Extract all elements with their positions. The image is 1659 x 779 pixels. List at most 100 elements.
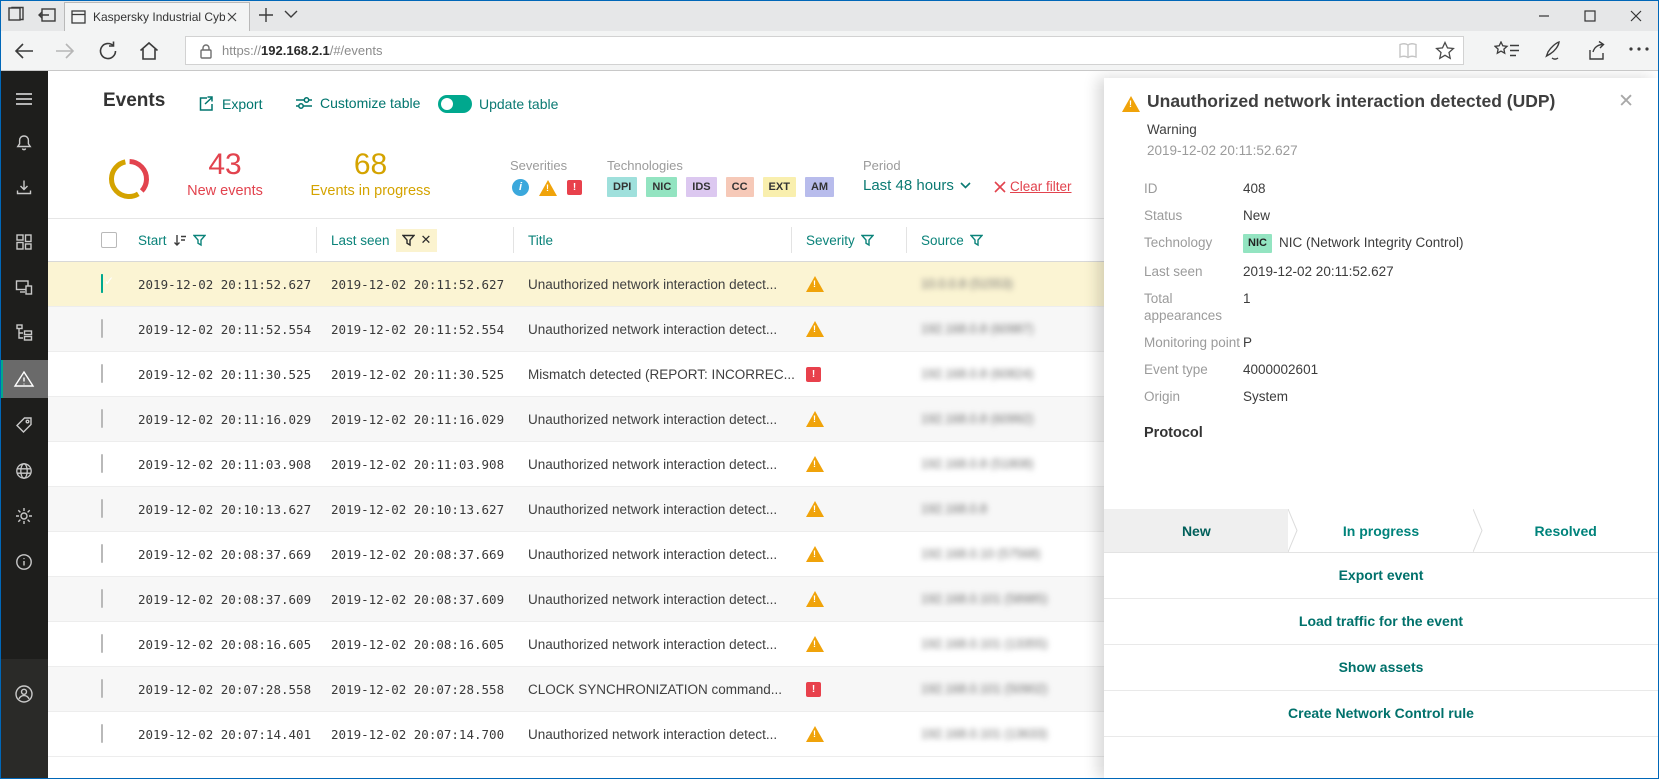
sidebar-user-icon[interactable]: [0, 659, 48, 779]
tab-bar: Kaspersky Industrial Cyb: [0, 0, 1659, 31]
new-tab-button[interactable]: [258, 7, 274, 23]
technology-badge[interactable]: AM: [805, 177, 834, 197]
sidebar-about-icon[interactable]: [0, 543, 48, 581]
title-cell: Unauthorized network interaction detect.…: [528, 277, 806, 292]
browser-tab[interactable]: Kaspersky Industrial Cyb: [64, 2, 250, 31]
column-header-start[interactable]: Start: [138, 227, 317, 253]
clear-filter-button[interactable]: Clear filter: [994, 179, 1072, 194]
close-button[interactable]: [1613, 0, 1659, 31]
status-tab-resolved[interactable]: Resolved: [1473, 509, 1658, 552]
active-filter-chip[interactable]: ✕: [396, 229, 438, 252]
panel-action-button[interactable]: Export event: [1104, 553, 1658, 599]
set-tabs-aside-icon[interactable]: [36, 5, 58, 25]
sort-desc-icon[interactable]: [173, 234, 187, 247]
panel-action-button[interactable]: Load traffic for the event: [1104, 599, 1658, 645]
filter-funnel-icon[interactable]: [970, 234, 983, 247]
panel-action-button[interactable]: Show assets: [1104, 645, 1658, 691]
more-icon[interactable]: [1628, 45, 1650, 53]
technology-badge[interactable]: CC: [726, 177, 754, 197]
sidebar-downloads-icon[interactable]: [0, 169, 48, 207]
select-all-checkbox[interactable]: [101, 232, 117, 248]
severity-filter-icons[interactable]: i !: [512, 179, 582, 196]
tab-list-chevron-icon[interactable]: [284, 9, 298, 19]
customize-table-button[interactable]: Customize table: [295, 95, 420, 111]
panel-close-icon[interactable]: ✕: [1618, 90, 1634, 112]
sidebar-network-icon[interactable]: [0, 452, 48, 490]
technology-badge[interactable]: NIC: [646, 177, 677, 197]
status-tab-in-progress[interactable]: In progress: [1289, 509, 1474, 552]
hub-favorites-icon[interactable]: [1494, 41, 1520, 61]
warning-icon: [806, 456, 824, 472]
sidebar-dashboard-icon[interactable]: [0, 223, 48, 261]
row-checkbox[interactable]: [101, 319, 103, 338]
filter-funnel-icon[interactable]: [861, 234, 874, 247]
sidebar-notifications-icon[interactable]: [0, 124, 48, 162]
in-progress-stat[interactable]: 68 Events in progress: [293, 149, 448, 199]
update-table-toggle[interactable]: Update table: [438, 95, 558, 113]
warning-icon: [806, 546, 824, 562]
maximize-button[interactable]: [1567, 0, 1613, 31]
warning-icon: [806, 726, 824, 742]
field-value: 2019-12-02 20:11:52.627: [1243, 263, 1394, 280]
last-seen-cell: 2019-12-02 20:08:37.609: [331, 592, 528, 607]
reading-view-icon[interactable]: [1397, 42, 1419, 60]
filter-funnel-icon[interactable]: [193, 234, 206, 247]
row-checkbox[interactable]: [101, 409, 103, 428]
period-dropdown[interactable]: Last 48 hours: [863, 177, 971, 194]
warning-icon: [806, 501, 824, 517]
row-checkbox[interactable]: [101, 274, 103, 293]
home-icon[interactable]: [137, 39, 161, 63]
warning-icon: [1122, 96, 1140, 112]
start-cell: 2019-12-02 20:08:37.609: [138, 592, 331, 607]
back-icon[interactable]: [12, 39, 36, 63]
refresh-icon[interactable]: [96, 39, 120, 63]
new-events-stat[interactable]: 43 New events: [173, 149, 277, 199]
field-row: Monitoring point P: [1144, 334, 1658, 351]
in-progress-count: 68: [293, 149, 448, 181]
info-severity-icon[interactable]: i: [512, 179, 529, 196]
row-checkbox[interactable]: [101, 454, 103, 473]
url-text: https://192.168.2.1/#/events: [222, 43, 382, 58]
sidebar-settings-icon[interactable]: [0, 497, 48, 535]
last-seen-cell: 2019-12-02 20:11:30.525: [331, 367, 528, 382]
filter-funnel-icon[interactable]: [402, 234, 415, 247]
row-checkbox[interactable]: [101, 589, 103, 608]
technology-badge[interactable]: DPI: [607, 177, 637, 197]
export-button[interactable]: Export: [198, 95, 262, 112]
annotate-pen-icon[interactable]: [1540, 40, 1564, 62]
tab-preview-icon[interactable]: [6, 5, 26, 25]
sidebar-tags-icon[interactable]: [0, 406, 48, 444]
row-checkbox[interactable]: [101, 364, 103, 383]
sidebar-assets-icon[interactable]: [0, 268, 48, 306]
address-bar[interactable]: https://192.168.2.1/#/events: [185, 36, 1464, 65]
sidebar-menu-icon[interactable]: [0, 80, 48, 118]
row-checkbox[interactable]: [101, 724, 103, 743]
favorite-star-icon[interactable]: [1435, 41, 1455, 60]
row-checkbox[interactable]: [101, 499, 103, 518]
row-checkbox[interactable]: [101, 544, 103, 563]
technologies-label: Technologies: [607, 158, 683, 173]
panel-action-button[interactable]: Create Network Control rule: [1104, 691, 1658, 737]
technology-badge[interactable]: IDS: [686, 177, 716, 197]
tab-close-icon[interactable]: [227, 12, 237, 22]
status-tab-new[interactable]: New: [1104, 509, 1289, 552]
toggle-on-icon[interactable]: [438, 95, 472, 113]
sidebar-network-map-icon[interactable]: [0, 313, 48, 351]
critical-severity-icon[interactable]: !: [567, 180, 582, 195]
sidebar-events-icon[interactable]: [0, 360, 48, 398]
forward-icon[interactable]: [53, 39, 77, 63]
technology-badge[interactable]: EXT: [763, 177, 796, 197]
row-checkbox[interactable]: [101, 679, 103, 698]
column-header-last-seen[interactable]: Last seen ✕: [331, 227, 514, 253]
clear-x-icon: [994, 181, 1006, 193]
row-checkbox[interactable]: [101, 634, 103, 653]
column-header-title[interactable]: Title: [528, 227, 792, 253]
column-header-severity[interactable]: Severity: [806, 227, 907, 253]
event-severity: Warning: [1147, 122, 1658, 137]
field-row: Status New: [1144, 207, 1658, 224]
minimize-button[interactable]: [1521, 0, 1567, 31]
share-icon[interactable]: [1584, 40, 1608, 62]
last-seen-cell: 2019-12-02 20:11:52.627: [331, 277, 528, 292]
warning-severity-icon[interactable]: [539, 180, 557, 196]
remove-filter-icon[interactable]: ✕: [421, 233, 432, 248]
